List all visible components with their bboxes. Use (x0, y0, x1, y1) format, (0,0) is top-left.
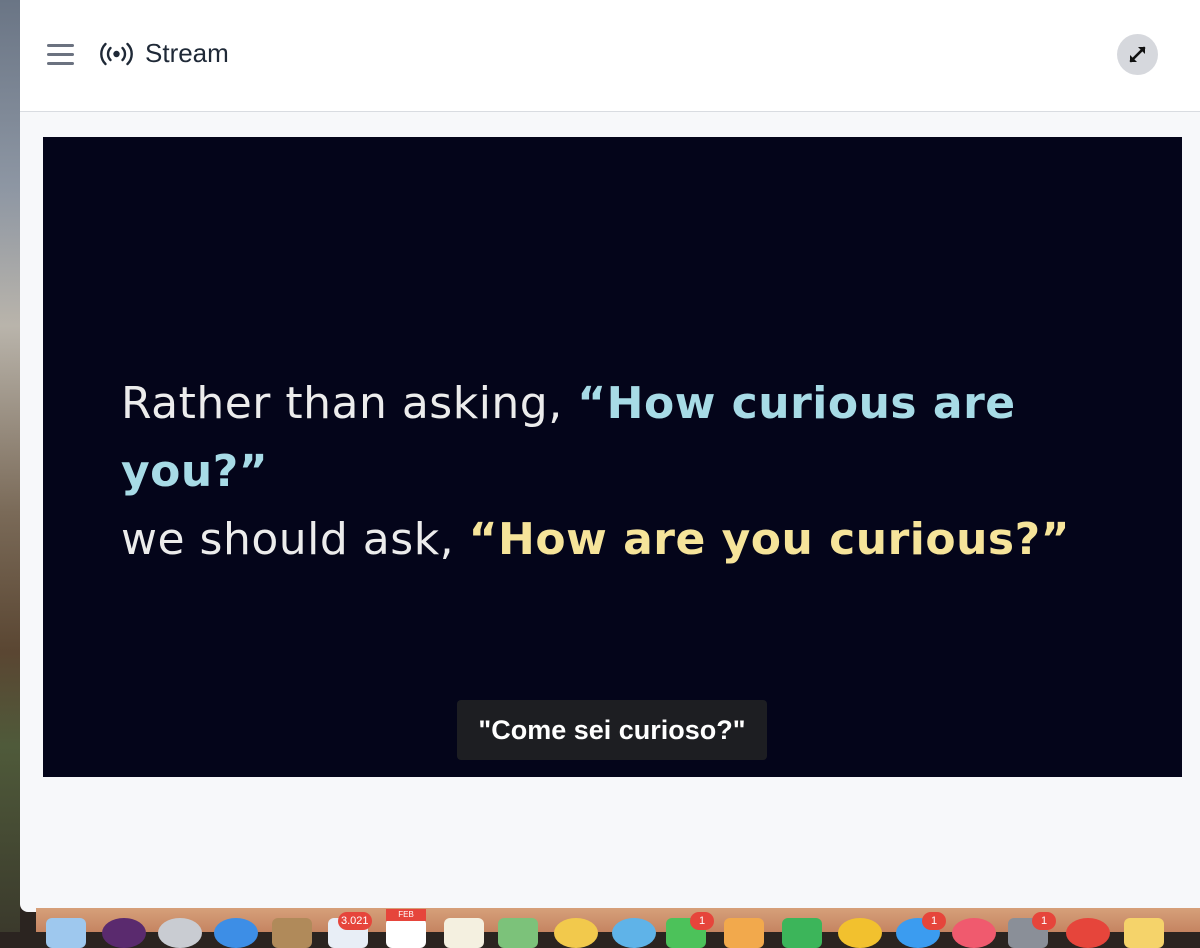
dock-launchpad-icon[interactable] (158, 918, 202, 948)
slide-line-1: Rather than asking, “How curious are you… (121, 370, 1161, 506)
dock-appstore-icon[interactable]: 1 (896, 912, 946, 948)
top-bar: Stream (20, 0, 1200, 112)
slide-text: Rather than asking, “How curious are you… (121, 370, 1161, 574)
expand-arrows-icon (1129, 46, 1146, 63)
settings-badge: 1 (1032, 912, 1056, 930)
dock-finder-icon[interactable] (46, 918, 86, 948)
dock-mail-icon[interactable]: 3.021 (328, 912, 372, 948)
desktop-wallpaper (0, 0, 20, 932)
dock-numbers-icon[interactable] (782, 918, 822, 948)
calendar-month-label: FEB (386, 909, 426, 921)
dock-settings-icon[interactable]: 1 (1008, 912, 1056, 948)
appstore-badge: 1 (922, 912, 946, 930)
fullscreen-button[interactable] (1117, 34, 1158, 75)
stream-window: Stream Rather than asking, “How curious … (20, 0, 1200, 912)
dock-contacts-icon[interactable] (272, 918, 312, 948)
dock-safari-icon[interactable] (214, 918, 258, 948)
subtitle-caption: "Come sei curioso?" (457, 700, 767, 760)
dock-folder-icon[interactable] (1124, 918, 1164, 948)
dock-facetime-icon[interactable]: 1 (666, 912, 714, 948)
video-player[interactable]: Rather than asking, “How curious are you… (43, 137, 1182, 777)
dock: 3.021 FEB 1 1 1 (36, 908, 1200, 948)
hamburger-menu-icon[interactable] (47, 42, 74, 66)
dock-keynote-icon[interactable] (838, 918, 882, 948)
dock-photos-icon[interactable] (554, 918, 598, 948)
slide-line-2-text: we should ask, (121, 514, 469, 565)
dock-maps-icon[interactable] (498, 918, 538, 948)
dock-siri-icon[interactable] (102, 918, 146, 948)
slide-quote-2: “How are you curious?” (468, 514, 1071, 565)
dock-music-icon[interactable] (952, 918, 996, 948)
dock-calendar-icon[interactable]: FEB (386, 909, 426, 948)
dock-pages-icon[interactable] (724, 918, 764, 948)
dock-messages-icon[interactable] (612, 918, 656, 948)
mail-badge: 3.021 (338, 912, 372, 930)
dock-notes-icon[interactable] (444, 918, 484, 948)
page-title: Stream (145, 38, 229, 68)
facetime-badge: 1 (690, 912, 714, 930)
slide-line-1-text: Rather than asking, (121, 378, 578, 429)
broadcast-icon (100, 41, 133, 67)
dock-app-icon[interactable] (1066, 918, 1110, 948)
slide-line-2: we should ask, “How are you curious?” (121, 506, 1161, 574)
